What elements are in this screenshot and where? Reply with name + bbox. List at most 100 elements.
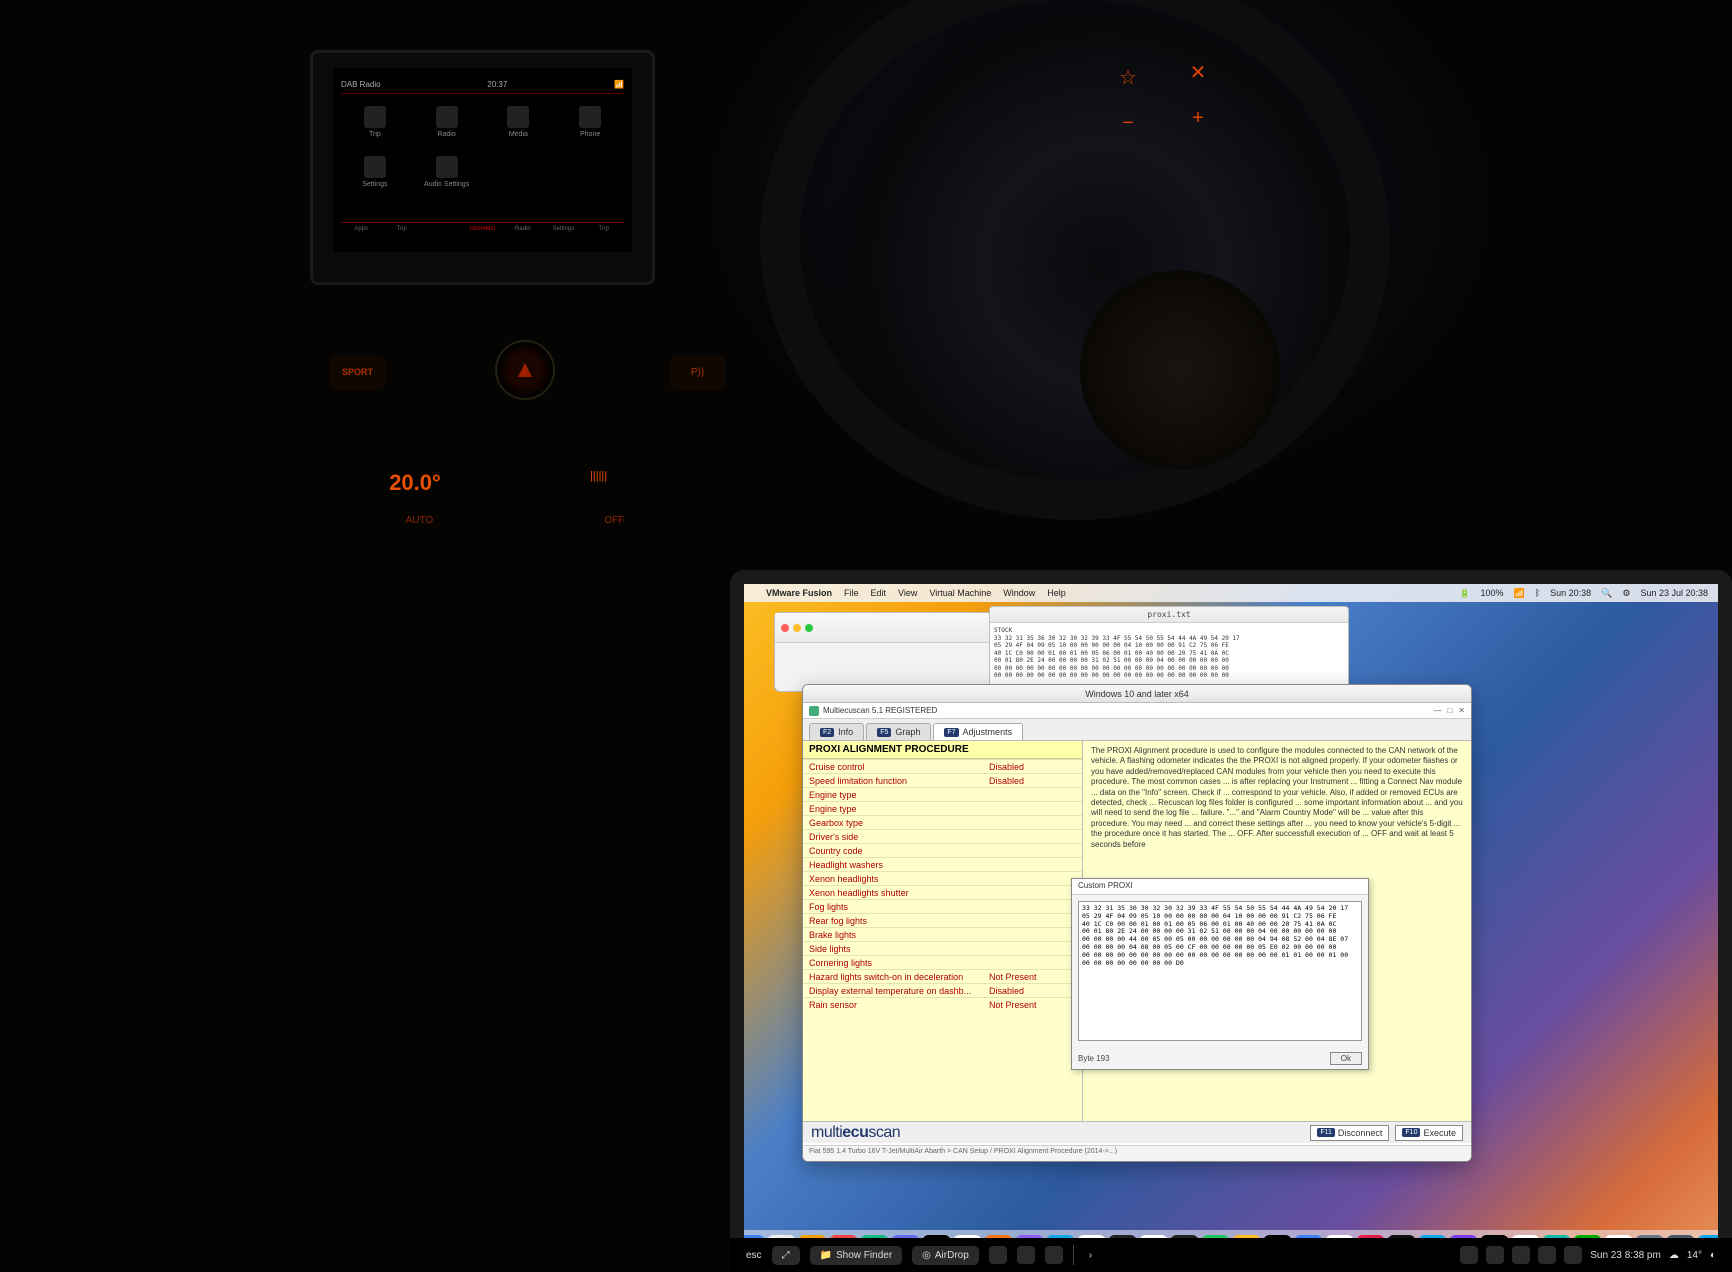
tb-bright-up-icon[interactable]: [1486, 1246, 1504, 1264]
table-row[interactable]: Hazard lights switch-on in decelerationN…: [803, 970, 1082, 984]
control-center-icon[interactable]: ⚙: [1622, 588, 1630, 599]
mac-menubar[interactable]: VMware Fusion File Edit View Virtual Mac…: [744, 584, 1718, 602]
menu-window[interactable]: Window: [1003, 588, 1035, 598]
menu-edit[interactable]: Edit: [871, 588, 887, 598]
textedit-body[interactable]: STOCK 33 32 31 35 36 30 32 30 32 39 33 4…: [990, 623, 1348, 684]
table-row[interactable]: Driver's side: [803, 830, 1082, 844]
tb-mission-icon[interactable]: [1512, 1246, 1530, 1264]
mes-logo-icon: [809, 706, 819, 716]
mes-table[interactable]: Cruise controlDisabledSpeed limitation f…: [803, 759, 1082, 1011]
app-media[interactable]: Media: [495, 106, 543, 138]
tb-weather-icon[interactable]: ☁: [1669, 1250, 1679, 1261]
maximize-icon[interactable]: □: [1447, 706, 1452, 715]
tb-divider: [1073, 1245, 1079, 1265]
mes-titlebar[interactable]: Multiecuscan 5.1 REGISTERED — □ ✕: [803, 703, 1471, 719]
tb-bright-down-icon[interactable]: [1460, 1246, 1478, 1264]
table-row[interactable]: Fog lights: [803, 900, 1082, 914]
ok-button[interactable]: Ok: [1330, 1052, 1362, 1065]
mes-title-text: Multiecuscan 5.1 REGISTERED: [823, 706, 937, 715]
table-row[interactable]: Headlight washers: [803, 858, 1082, 872]
table-row[interactable]: Engine type: [803, 788, 1082, 802]
tb-chevron-icon[interactable]: ›: [1089, 1250, 1092, 1261]
tb-expand-icon[interactable]: ⤢: [772, 1246, 800, 1265]
off-button[interactable]: OFF: [604, 515, 624, 526]
tb-show-finder[interactable]: 📁 Show Finder: [810, 1246, 903, 1265]
touchbar[interactable]: esc ⤢ 📁 Show Finder ◎ AirDrop › Sun 23 8…: [730, 1238, 1732, 1272]
execute-button[interactable]: F10Execute: [1395, 1125, 1463, 1141]
battery-icon[interactable]: 🔋: [1459, 588, 1470, 599]
table-row[interactable]: Country code: [803, 844, 1082, 858]
mac-desktop[interactable]: VMware Fusion File Edit View Virtual Mac…: [744, 584, 1718, 1272]
menu-vm[interactable]: Virtual Machine: [929, 588, 991, 598]
table-row[interactable]: Brake lights: [803, 928, 1082, 942]
table-row[interactable]: Cornering lights: [803, 956, 1082, 970]
param-label: Display external temperature on dashb...: [803, 984, 983, 998]
param-value: Disabled: [983, 774, 1082, 788]
app-trip[interactable]: Trip: [351, 106, 399, 138]
close-icon[interactable]: ✕: [1458, 706, 1465, 715]
param-label: Rear fog lights: [803, 914, 983, 928]
disconnect-button[interactable]: F11Disconnect: [1310, 1125, 1389, 1141]
bt-icon[interactable]: ᛒ: [1535, 588, 1540, 598]
table-row[interactable]: Gearbox type: [803, 816, 1082, 830]
table-row[interactable]: Cruise controlDisabled: [803, 760, 1082, 774]
clock-2[interactable]: Sun 23 Jul 20:38: [1640, 588, 1708, 598]
wifi-icon[interactable]: 📶: [1513, 588, 1524, 599]
app-name[interactable]: VMware Fusion: [766, 588, 832, 598]
hazard-button[interactable]: [495, 340, 555, 400]
tb-siri-icon[interactable]: ◐: [1710, 1250, 1716, 1261]
app-radio[interactable]: Radio: [423, 106, 471, 138]
vmware-window[interactable]: Windows 10 and later x64 Multiecuscan 5.…: [802, 684, 1472, 1162]
table-row[interactable]: Rain sensorNot Present: [803, 998, 1082, 1012]
table-row[interactable]: Engine type: [803, 802, 1082, 816]
tb-icon-2[interactable]: [1017, 1246, 1035, 1264]
tb-launchpad-icon[interactable]: [1538, 1246, 1556, 1264]
traffic-lights[interactable]: [781, 624, 813, 632]
tab-adjustments[interactable]: F7Adjustments: [933, 723, 1023, 740]
app-audio-settings[interactable]: Audio Settings: [423, 156, 471, 188]
wheel-plus-button[interactable]: +: [1180, 100, 1216, 136]
table-row[interactable]: Rear fog lights: [803, 914, 1082, 928]
textedit-title: proxi.txt: [990, 607, 1348, 623]
param-label: Side lights: [803, 942, 983, 956]
table-row[interactable]: Xenon headlights shutter: [803, 886, 1082, 900]
auto-button[interactable]: AUTO: [406, 515, 434, 526]
menu-file[interactable]: File: [844, 588, 859, 598]
finder-window[interactable]: [774, 612, 994, 692]
tb-icon-3[interactable]: [1045, 1246, 1063, 1264]
tb-airdrop[interactable]: ◎ AirDrop: [912, 1246, 979, 1265]
table-row[interactable]: Speed limitation functionDisabled: [803, 774, 1082, 788]
param-label: Xenon headlights: [803, 872, 983, 886]
app-settings[interactable]: Settings: [351, 156, 399, 188]
esc-key[interactable]: esc: [746, 1250, 762, 1261]
pdc-button[interactable]: P)): [670, 355, 725, 390]
wheel-minus-button[interactable]: −: [1110, 105, 1146, 141]
tab-info[interactable]: F2Info: [809, 723, 864, 740]
mes-brand: multiecuscan: [811, 1124, 900, 1142]
tab-graph[interactable]: F5Graph: [866, 723, 931, 740]
table-row[interactable]: Xenon headlights: [803, 872, 1082, 886]
mes-param-list[interactable]: PROXI ALIGNMENT PROCEDURE Cruise control…: [803, 741, 1083, 1121]
clock-1[interactable]: Sun 20:38: [1550, 588, 1591, 598]
wheel-x-button[interactable]: ✕: [1180, 55, 1216, 91]
app-phone[interactable]: Phone: [566, 106, 614, 138]
param-label: Cruise control: [803, 760, 983, 774]
tb-icon-1[interactable]: [989, 1246, 1007, 1264]
table-row[interactable]: Display external temperature on dashb...…: [803, 984, 1082, 998]
proxi-hex-input[interactable]: [1078, 901, 1362, 1041]
table-row[interactable]: Side lights: [803, 942, 1082, 956]
menu-help[interactable]: Help: [1047, 588, 1066, 598]
param-label: Hazard lights switch-on in deceleration: [803, 970, 983, 984]
minimize-icon[interactable]: —: [1433, 706, 1441, 715]
infotainment-tabbar[interactable]: Apps Trip Uconnect Radio Settings Trip: [341, 222, 624, 244]
menu-view[interactable]: View: [898, 588, 917, 598]
tb-keyboard-icon[interactable]: [1564, 1246, 1582, 1264]
param-value: Not Present: [983, 998, 1082, 1012]
wheel-star-button[interactable]: ☆: [1110, 60, 1146, 96]
spotlight-icon[interactable]: 🔍: [1601, 588, 1612, 599]
infotainment-screen[interactable]: DAB Radio 20:37 📶 Trip Radio Media Phone…: [333, 68, 632, 252]
mes-tabs: F2Info F5Graph F7Adjustments: [803, 719, 1471, 741]
multiecuscan-window[interactable]: Multiecuscan 5.1 REGISTERED — □ ✕ F2Info…: [803, 703, 1471, 1161]
sport-button[interactable]: SPORT: [330, 355, 385, 390]
custom-proxi-dialog[interactable]: Custom PROXI Byte 193 Ok: [1071, 878, 1369, 1070]
